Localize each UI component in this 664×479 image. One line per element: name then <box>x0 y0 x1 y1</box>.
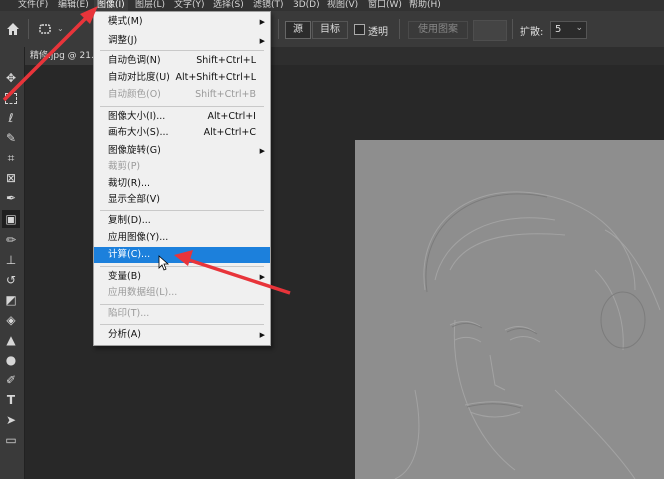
annotation-arrow-to-image-menu <box>2 6 98 102</box>
annotation-arrow-to-calculations <box>174 250 291 295</box>
annotation-arrows <box>2 6 291 295</box>
